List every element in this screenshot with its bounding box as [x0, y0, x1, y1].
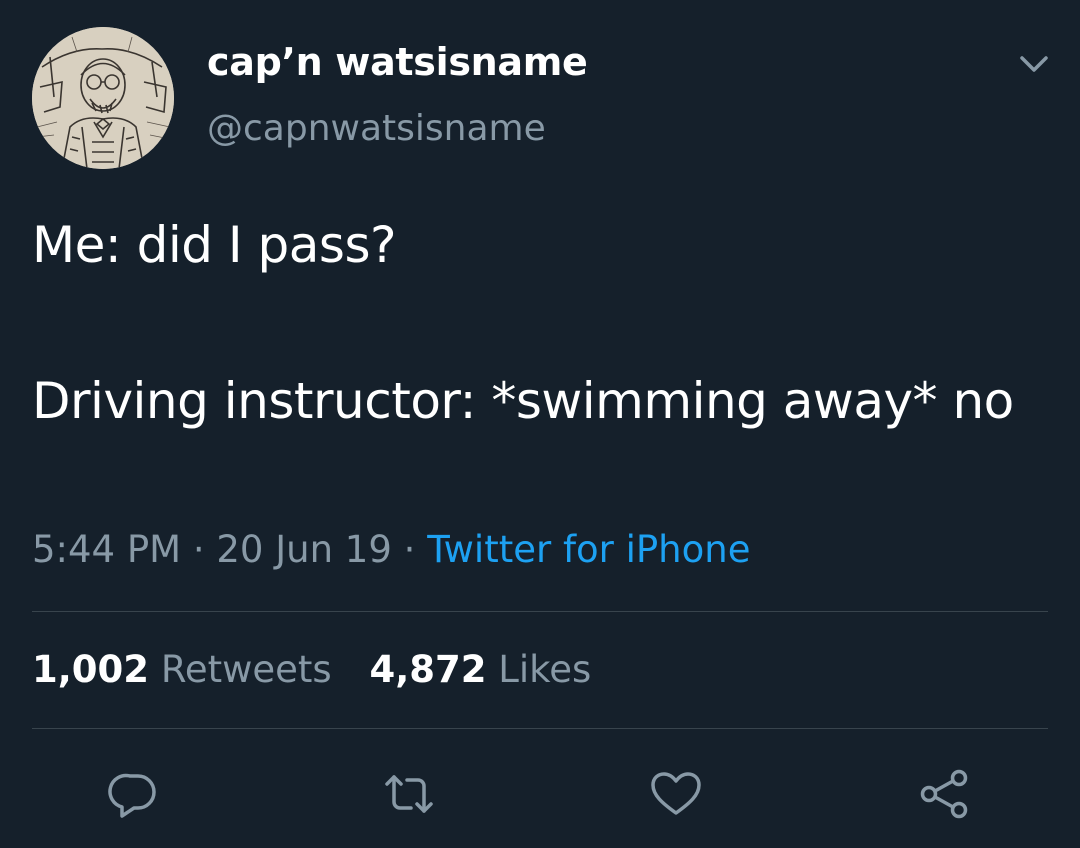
divider — [32, 728, 1048, 729]
retweet-icon — [385, 775, 433, 813]
share-icon — [920, 769, 968, 819]
tweet-text: Me: did I pass? Driving instructor: *swi… — [32, 216, 1014, 430]
likes-count: 4,872 — [369, 648, 487, 691]
tweet-source-link[interactable]: Twitter for iPhone — [427, 528, 750, 571]
share-button[interactable] — [916, 766, 972, 822]
retweets-count: 1,002 — [32, 648, 150, 691]
likes-stat[interactable]: 4,872 Likes — [369, 648, 591, 691]
tweet-date: 20 Jun 19 — [216, 528, 392, 571]
like-button[interactable] — [648, 766, 704, 822]
tweet-stats: 1,002 Retweets 4,872 Likes — [32, 648, 617, 691]
likes-label: Likes — [498, 648, 592, 691]
retweets-label: Retweets — [160, 648, 332, 691]
tweet-time: 5:44 PM — [32, 528, 182, 571]
tweet-meta: 5:44 PM · 20 Jun 19 · Twitter for iPhone — [32, 528, 751, 571]
reply-icon — [108, 773, 156, 818]
chevron-down-icon[interactable] — [1014, 46, 1054, 82]
tweet-card: cap’n watsisname @capnwatsisname Me: did… — [0, 0, 1080, 848]
meta-separator: · — [181, 528, 217, 571]
reply-button[interactable] — [106, 766, 162, 822]
avatar[interactable] — [32, 27, 174, 169]
retweets-stat[interactable]: 1,002 Retweets — [32, 648, 332, 691]
user-handle[interactable]: @capnwatsisname — [207, 108, 546, 149]
sketch-portrait-icon — [32, 27, 174, 169]
display-name[interactable]: cap’n watsisname — [207, 40, 588, 84]
divider — [32, 611, 1048, 612]
retweet-button[interactable] — [381, 766, 437, 822]
meta-separator: · — [391, 528, 428, 571]
heart-icon — [651, 772, 701, 815]
